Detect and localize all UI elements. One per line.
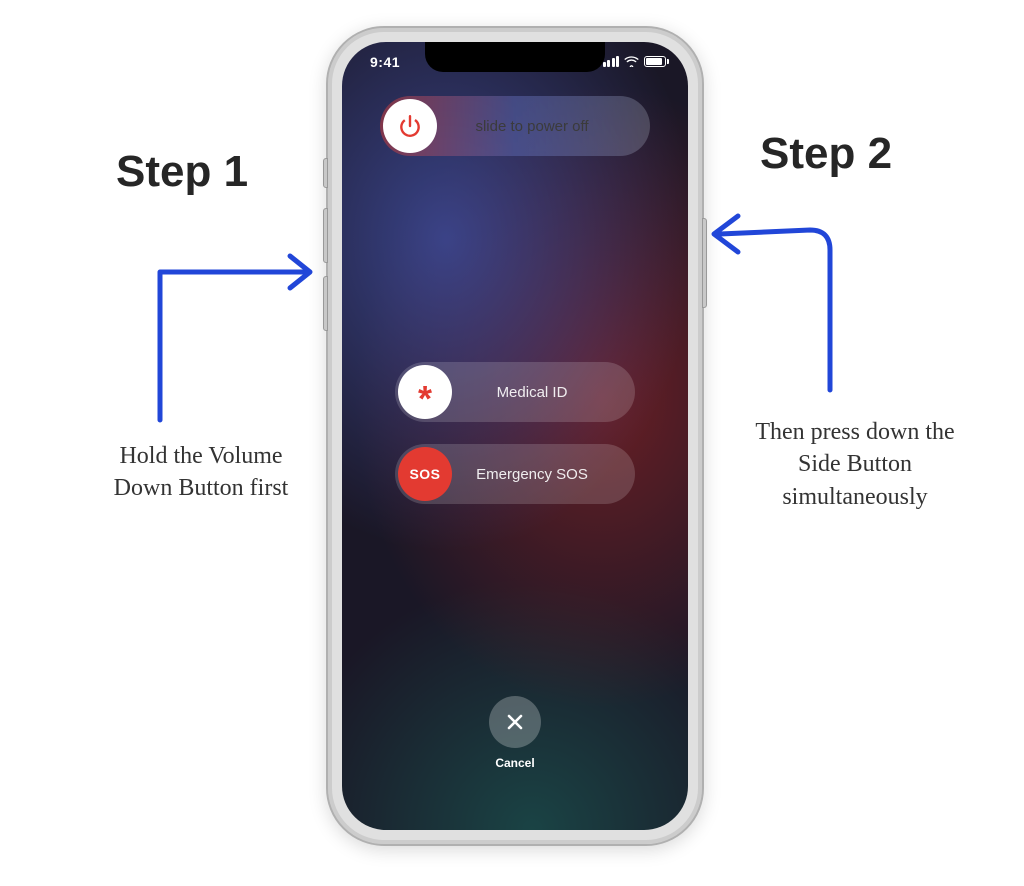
medical-id-label: Medical ID [455, 384, 635, 401]
battery-icon [644, 56, 666, 67]
step2-arrow [700, 190, 860, 400]
phone-screen: 9:41 slide to power off * [342, 42, 688, 830]
sos-icon: SOS [398, 447, 452, 501]
cancel-label: Cancel [495, 756, 534, 770]
status-time: 9:41 [370, 54, 400, 70]
step1-title: Step 1 [116, 150, 248, 194]
power-icon [383, 99, 437, 153]
step2-text: Then press down the Side Button simultan… [740, 416, 970, 513]
power-off-label: slide to power off [440, 118, 650, 135]
mute-switch[interactable] [323, 158, 328, 188]
power-off-slider[interactable]: slide to power off [380, 96, 650, 156]
emergency-sos-slider[interactable]: SOS Emergency SOS [395, 444, 635, 504]
close-icon [489, 696, 541, 748]
medical-id-slider[interactable]: * Medical ID [395, 362, 635, 422]
signal-icon [603, 56, 620, 67]
step1-arrow [148, 212, 328, 432]
step2-title: Step 2 [760, 132, 892, 176]
asterisk-icon: * [398, 365, 452, 419]
phone-frame: 9:41 slide to power off * [326, 26, 704, 846]
emergency-sos-label: Emergency SOS [455, 466, 635, 483]
step1-text: Hold the Volume Down Button first [96, 440, 306, 505]
wifi-icon [624, 55, 639, 67]
cancel-button[interactable]: Cancel [489, 696, 541, 770]
status-bar: 9:41 [342, 52, 688, 76]
